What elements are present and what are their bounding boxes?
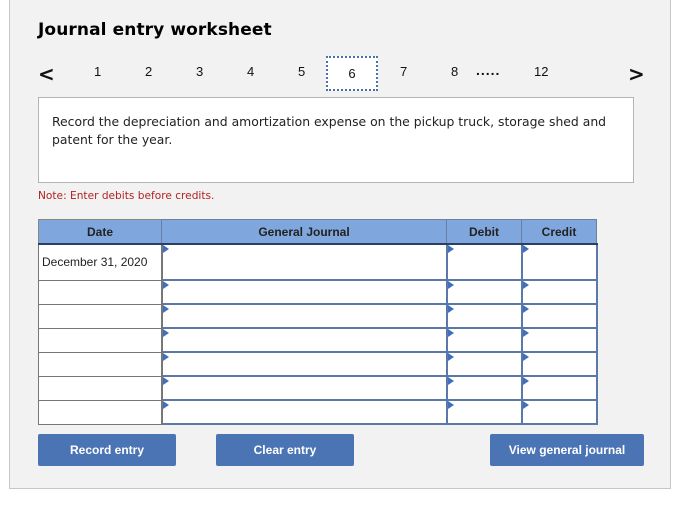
pagination-ellipsis: ..... (476, 62, 501, 78)
credit-cell (520, 351, 598, 377)
date-cell[interactable] (38, 279, 163, 305)
debit-cell (445, 279, 523, 305)
note-text: Note: Enter debits before credits. (38, 190, 215, 202)
tab-page-2[interactable]: 2 (145, 64, 152, 79)
chevron-right-icon[interactable]: > (628, 62, 645, 86)
table-row (38, 351, 598, 377)
credit-cell (520, 243, 598, 281)
tab-page-4[interactable]: 4 (247, 64, 254, 79)
credit-cell (520, 399, 598, 425)
journal-entry-table: Date General Journal Debit Credit Decemb… (38, 219, 598, 425)
account-input[interactable] (162, 281, 446, 303)
tab-page-1[interactable]: 1 (94, 64, 101, 79)
credit-cell (520, 375, 598, 401)
debit-input[interactable] (447, 401, 521, 423)
debit-cell (445, 243, 523, 281)
question-box: Record the depreciation and amortization… (38, 97, 634, 183)
credit-input[interactable] (522, 329, 596, 351)
credit-input[interactable] (522, 281, 596, 303)
credit-cell (520, 327, 598, 353)
credit-input[interactable] (522, 245, 596, 279)
account-cell (160, 327, 448, 353)
tab-page-5[interactable]: 5 (298, 64, 305, 79)
column-header-credit: Credit (521, 219, 597, 245)
debit-input[interactable] (447, 281, 521, 303)
column-header-date: Date (38, 219, 162, 245)
debit-input[interactable] (447, 377, 521, 399)
chevron-left-icon[interactable]: < (38, 62, 55, 86)
date-cell[interactable] (38, 399, 163, 425)
record-entry-button[interactable]: Record entry (38, 434, 176, 466)
tab-page-3[interactable]: 3 (196, 64, 203, 79)
table-row (38, 279, 598, 305)
debit-input[interactable] (447, 329, 521, 351)
date-cell[interactable] (38, 375, 163, 401)
tab-page-8[interactable]: 8 (451, 64, 458, 79)
account-cell (160, 351, 448, 377)
date-cell[interactable] (38, 303, 163, 329)
date-cell[interactable] (38, 351, 163, 377)
date-cell[interactable]: December 31, 2020 (38, 243, 163, 281)
credit-input[interactable] (522, 401, 596, 423)
table-row (38, 399, 598, 425)
account-cell (160, 279, 448, 305)
question-text: Record the depreciation and amortization… (52, 114, 607, 147)
debit-input[interactable] (447, 305, 521, 327)
clear-entry-button[interactable]: Clear entry (216, 434, 354, 466)
debit-cell (445, 351, 523, 377)
tab-page-12[interactable]: 12 (534, 64, 548, 79)
account-input[interactable] (162, 329, 446, 351)
table-row (38, 375, 598, 401)
column-header-general-journal: General Journal (161, 219, 447, 245)
account-input[interactable] (162, 377, 446, 399)
credit-input[interactable] (522, 353, 596, 375)
credit-input[interactable] (522, 305, 596, 327)
debit-cell (445, 303, 523, 329)
debit-cell (445, 399, 523, 425)
debit-input[interactable] (447, 245, 521, 279)
table-row (38, 327, 598, 353)
table-row (38, 303, 598, 329)
table-row: December 31, 2020 (38, 243, 598, 281)
tab-page-6-label: 6 (348, 66, 356, 81)
page-title: Journal entry worksheet (38, 20, 272, 40)
account-input[interactable] (162, 401, 446, 423)
account-cell (160, 399, 448, 425)
account-cell (160, 375, 448, 401)
view-general-journal-button[interactable]: View general journal (490, 434, 644, 466)
date-cell[interactable] (38, 327, 163, 353)
account-input[interactable] (162, 305, 446, 327)
tab-page-6-active[interactable]: 6 (326, 56, 378, 91)
credit-cell (520, 303, 598, 329)
table-header-row: Date General Journal Debit Credit (38, 219, 597, 245)
tab-page-7[interactable]: 7 (400, 64, 407, 79)
account-cell (160, 303, 448, 329)
debit-cell (445, 327, 523, 353)
account-cell (160, 243, 448, 281)
credit-cell (520, 279, 598, 305)
debit-cell (445, 375, 523, 401)
account-input[interactable] (162, 353, 446, 375)
credit-input[interactable] (522, 377, 596, 399)
debit-input[interactable] (447, 353, 521, 375)
account-input[interactable] (162, 245, 446, 279)
column-header-debit: Debit (446, 219, 522, 245)
